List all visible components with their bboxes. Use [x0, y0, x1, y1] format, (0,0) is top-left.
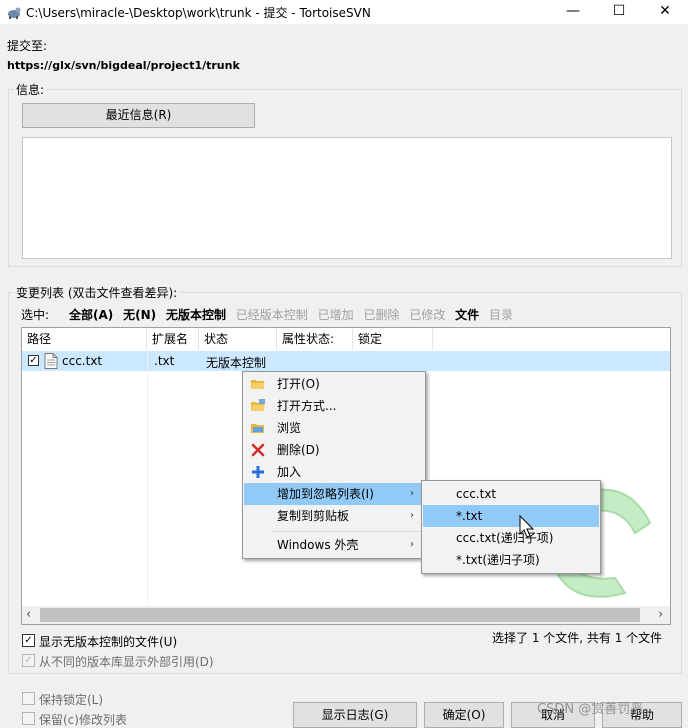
show-unversioned-checkbox[interactable]: ✓ [22, 634, 35, 647]
scrollbar-thumb[interactable] [40, 608, 640, 622]
submenu-item-extension-label: *.txt [456, 509, 483, 523]
text-file-icon [44, 353, 58, 369]
select-label: 选中: [21, 308, 50, 322]
submenu-item-extension-recursive[interactable]: *.txt(递归子项) [423, 549, 599, 571]
row-path: ccc.txt [62, 354, 103, 368]
tortoisesvn-icon [8, 7, 21, 19]
filter-bar: 全部(A) 无(N) 无版本控制 已经版本控制 已增加 已删除 已修改 文件 目… [69, 306, 513, 323]
ignore-submenu: ccc.txt *.txt ccc.txt(递归子项) *.txt(递归子项) [421, 480, 601, 574]
keep-locks-label: 保持锁定(L) [39, 693, 104, 707]
show-externals-label: 从不同的版本库显示外部引用(D) [39, 655, 214, 669]
menu-item-open-with-label: 打开方式... [277, 399, 337, 413]
scroll-left-button[interactable]: ‹ [26, 607, 31, 622]
menu-item-open-label: 打开(O) [277, 377, 320, 391]
close-button[interactable]: ✕ [642, 0, 688, 24]
changes-group-label: 变更列表 (双击文件查看差异): [13, 284, 181, 301]
selection-summary: 选择了 1 个文件, 共有 1 个文件 [492, 631, 663, 645]
add-icon [252, 466, 264, 478]
maximize-button[interactable]: ☐ [596, 0, 642, 24]
explore-icon [251, 424, 264, 433]
submenu-arrow-icon: › [410, 488, 414, 499]
filter-modified: 已修改 [409, 308, 446, 322]
title-bar: C:\Users\miracle-\Desktop\work\trunk - 提… [0, 0, 688, 24]
submenu-item-extension[interactable]: *.txt [423, 505, 599, 527]
commit-to-label: 提交至: [7, 39, 48, 53]
filter-files[interactable]: 文件 [455, 308, 479, 322]
filter-all[interactable]: 全部(A) [69, 308, 113, 322]
row-status: 无版本控制 [206, 356, 267, 370]
menu-item-delete-label: 删除(D) [277, 443, 320, 457]
submenu-item-filename-recursive[interactable]: ccc.txt(递归子项) [423, 527, 599, 549]
menu-item-open[interactable]: 打开(O) [244, 373, 424, 395]
row-checkbox[interactable]: ✓ [28, 355, 39, 366]
filter-none[interactable]: 无(N) [123, 308, 156, 322]
keep-locks-checkbox [22, 692, 35, 705]
submenu-arrow-icon: › [410, 539, 414, 550]
column-header-path[interactable]: 路径 [22, 328, 147, 350]
show-externals-checkbox: ✓ [22, 654, 35, 667]
column-divider [147, 350, 148, 606]
open-with-icon [251, 399, 265, 411]
menu-item-delete[interactable]: 删除(D) [244, 439, 424, 461]
menu-item-copy-to-clipboard-label: 复制到剪贴板 [277, 509, 350, 523]
column-header-lock[interactable]: 锁定 [353, 328, 433, 350]
message-textarea[interactable] [22, 137, 672, 259]
column-header-extension[interactable]: 扩展名 [147, 328, 199, 350]
column-header-status[interactable]: 状态 [199, 328, 277, 350]
keep-changelists-label: 保留(c)修改列表 [39, 713, 127, 727]
submenu-item-extension-recursive-label: *.txt(递归子项) [456, 553, 540, 567]
menu-item-add[interactable]: 加入 [244, 461, 424, 483]
table-row[interactable]: ✓ ccc.txt .txt 无版本控制 [22, 351, 670, 371]
scroll-right-button[interactable]: › [658, 607, 663, 622]
menu-item-windows-shell[interactable]: Windows 外壳 › [244, 534, 424, 556]
submenu-arrow-icon: › [410, 510, 414, 521]
submenu-item-filename-label: ccc.txt [456, 487, 497, 501]
horizontal-scrollbar[interactable]: ‹ › [22, 606, 670, 624]
menu-item-explore-label: 浏览 [277, 421, 302, 435]
mouse-cursor-icon [519, 515, 535, 538]
menu-item-add-label: 加入 [277, 465, 302, 479]
keep-changelists-checkbox [22, 712, 35, 725]
filter-unversioned[interactable]: 无版本控制 [166, 308, 226, 322]
menu-item-add-to-ignore-list-label: 增加到忽略列表(I) [277, 487, 374, 501]
minimize-button[interactable]: — [550, 0, 596, 24]
watermark-text: CSDN @赏善罚恶 [537, 702, 644, 717]
menu-item-windows-shell-label: Windows 外壳 [277, 538, 359, 552]
filter-added: 已增加 [317, 308, 354, 322]
submenu-item-filename[interactable]: ccc.txt [423, 483, 599, 505]
submenu-item-filename-recursive-label: ccc.txt(递归子项) [456, 531, 554, 545]
column-header-property-status[interactable]: 属性状态: [277, 328, 353, 350]
show-log-button[interactable]: 显示日志(G) [293, 702, 417, 728]
show-unversioned-label: 显示无版本控制的文件(U) [39, 635, 178, 649]
menu-item-open-with[interactable]: 打开方式... [244, 395, 424, 417]
ok-button[interactable]: 确定(O) [424, 702, 504, 728]
filter-directories: 目录 [489, 308, 514, 322]
menu-separator [273, 531, 423, 532]
menu-item-explore[interactable]: 浏览 [244, 417, 424, 439]
menu-item-copy-to-clipboard[interactable]: 复制到剪贴板 › [244, 505, 424, 527]
window-title: C:\Users\miracle-\Desktop\work\trunk - 提… [26, 6, 371, 20]
filter-versioned: 已经版本控制 [235, 308, 308, 322]
message-group-label: 信息: [13, 81, 48, 98]
commit-url: https://glx/svn/bigdeal/project1/trunk [7, 59, 240, 72]
recent-messages-button[interactable]: 最近信息(R) [22, 103, 255, 128]
filter-deleted: 已删除 [363, 308, 400, 322]
context-menu: 打开(O) 打开方式... 浏览 删除(D) 加入 增加到忽略列表(I) › 复… [242, 371, 426, 559]
open-folder-icon [251, 380, 265, 389]
delete-icon [251, 443, 265, 457]
row-extension: .txt [154, 354, 175, 368]
menu-item-add-to-ignore-list[interactable]: 增加到忽略列表(I) › [244, 483, 424, 505]
